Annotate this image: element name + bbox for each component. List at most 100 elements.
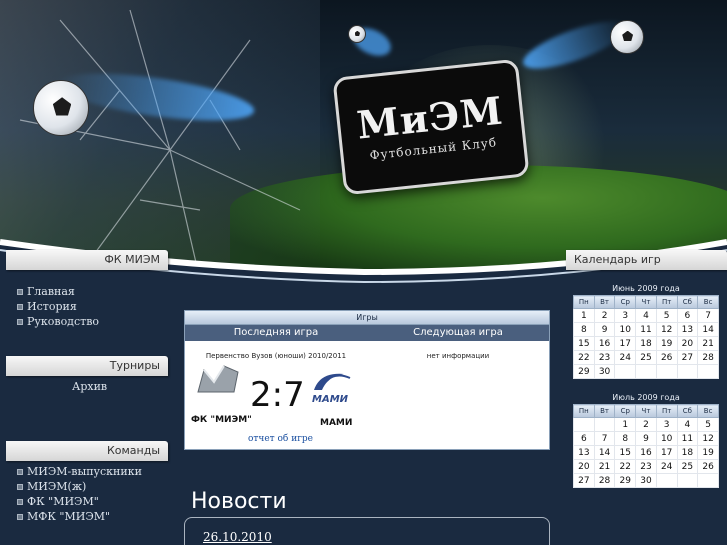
nav-item-history[interactable]: История — [17, 299, 99, 314]
calendar-day[interactable]: 17 — [614, 336, 637, 351]
calendar-week: 29 30 — [573, 364, 719, 379]
club-logo[interactable]: МиЭМ Футбольный Клуб — [332, 58, 530, 196]
calendar-body: 1 2 3 4 5 6 7 8 9 10 11 12 13 14 15 16 17 18 19 20 21 22 23 24 2… — [573, 308, 719, 379]
bullet-icon — [17, 468, 23, 475]
calendar-day[interactable]: 18 — [676, 445, 699, 460]
calendar-day[interactable]: 5 — [655, 308, 678, 323]
calendar-day[interactable]: 3 — [614, 308, 637, 323]
calendar-day[interactable]: 5 — [697, 417, 719, 432]
weekday-row: Пн Вт Ср Чт Пт Сб Вс — [573, 295, 719, 309]
calendar-day[interactable]: 28 — [697, 350, 719, 365]
calendar-day[interactable]: 12 — [697, 431, 719, 446]
calendar-day[interactable]: 7 — [593, 431, 616, 446]
weekday-header: Чт — [635, 295, 657, 309]
weekday-header: Вс — [697, 404, 719, 418]
calendar-day[interactable]: 20 — [573, 459, 595, 474]
calendar-day[interactable]: 2 — [635, 417, 657, 432]
weekday-header: Ср — [614, 295, 637, 309]
calendar-body: 1 2 3 4 5 6 7 8 9 10 11 12 13 14 15 16 17 18 19 20 21 22 23 24 2… — [573, 417, 719, 488]
calendar-day[interactable]: 11 — [676, 431, 699, 446]
calendar-day[interactable]: 26 — [697, 459, 719, 474]
team-item-women[interactable]: МИЭМ(ж) — [17, 479, 142, 494]
calendar-day[interactable]: 19 — [697, 445, 719, 460]
calendar-day[interactable]: 29 — [614, 473, 637, 488]
weekday-row: Пн Вт Ср Чт Пт Сб Вс — [573, 404, 719, 418]
calendar-day[interactable]: 8 — [614, 431, 637, 446]
calendar-day[interactable]: 18 — [635, 336, 657, 351]
soccer-ball-icon — [33, 80, 89, 136]
calendar-day[interactable]: 25 — [676, 459, 699, 474]
calendar-day[interactable]: 21 — [593, 459, 616, 474]
calendar-day[interactable]: 6 — [573, 431, 595, 446]
calendar-day[interactable]: 1 — [573, 308, 595, 323]
main-nav: Главная История Руководство — [17, 284, 99, 329]
calendar-day[interactable]: 23 — [593, 350, 616, 365]
calendar-day[interactable]: 22 — [573, 350, 595, 365]
calendar-day[interactable]: 24 — [614, 350, 637, 365]
calendar-day[interactable]: 8 — [573, 322, 595, 337]
club-tab: ФК МИЭМ — [6, 250, 168, 270]
calendar-day[interactable]: 15 — [573, 336, 595, 351]
calendar-day[interactable]: 16 — [593, 336, 616, 351]
calendar-week: 1234567 — [573, 308, 719, 323]
nav-item-home[interactable]: Главная — [17, 284, 99, 299]
calendar-day[interactable]: 12 — [655, 322, 678, 337]
calendar-day[interactable]: 30 — [635, 473, 657, 488]
calendar-day[interactable]: 23 — [635, 459, 657, 474]
calendar-day[interactable]: 4 — [635, 308, 657, 323]
calendar-day[interactable]: 29 — [573, 364, 595, 379]
calendar-day[interactable]: 11 — [635, 322, 657, 337]
calendar-day[interactable]: 14 — [593, 445, 616, 460]
calendar-day[interactable]: 16 — [635, 445, 657, 460]
calendar-day[interactable]: 15 — [614, 445, 637, 460]
team-label: МИЭМ(ж) — [27, 480, 87, 493]
mami-logo-text: МАМИ — [312, 394, 349, 405]
calendar-day[interactable]: 3 — [655, 417, 678, 432]
calendar-day[interactable]: 26 — [655, 350, 678, 365]
calendar-day[interactable]: 25 — [635, 350, 657, 365]
calendar-day[interactable]: 4 — [676, 417, 699, 432]
archive-link[interactable]: Архив — [72, 380, 107, 393]
team-label: ФК "МИЭМ" — [27, 495, 99, 508]
calendar-day[interactable]: 13 — [573, 445, 595, 460]
calendar-day[interactable]: 27 — [573, 473, 595, 488]
calendar-day[interactable]: 13 — [676, 322, 699, 337]
calendar-week: 27 28 29 30 — [573, 473, 719, 488]
team-item-mfc[interactable]: МФК "МИЭМ" — [17, 509, 142, 524]
calendar-day[interactable]: 10 — [655, 431, 678, 446]
weekday-header: Вт — [593, 295, 616, 309]
calendar-day[interactable]: 14 — [697, 322, 719, 337]
calendar-empty-cell — [676, 473, 699, 488]
soccer-ball-icon — [610, 20, 644, 54]
nav-label: Руководство — [27, 315, 100, 328]
calendar-day[interactable]: 10 — [614, 322, 637, 337]
calendar-day[interactable]: 2 — [593, 308, 616, 323]
calendar-day[interactable]: 30 — [593, 364, 616, 379]
bullet-icon — [17, 318, 23, 325]
nav-item-management[interactable]: Руководство — [17, 314, 99, 329]
teams-tab: Команды — [6, 441, 168, 461]
team-item-fc[interactable]: ФК "МИЭМ" — [17, 494, 142, 509]
home-team-name: ФК "МИЭМ" — [191, 415, 252, 425]
calendar-day[interactable]: 9 — [635, 431, 657, 446]
calendar-day[interactable]: 7 — [697, 308, 719, 323]
match-report-link[interactable]: отчет об игре — [248, 434, 313, 444]
team-item-graduates[interactable]: МИЭМ-выпускники — [17, 464, 142, 479]
last-game-header: Последняя игра — [233, 327, 319, 338]
calendar-day[interactable]: 6 — [676, 308, 699, 323]
calendar-day[interactable]: 20 — [676, 336, 699, 351]
calendar-week: 20 21 22 23 24 25 26 — [573, 459, 719, 474]
calendar-day[interactable]: 19 — [655, 336, 678, 351]
calendar-day[interactable]: 28 — [593, 473, 616, 488]
calendar-day[interactable]: 27 — [676, 350, 699, 365]
calendar-day[interactable]: 17 — [655, 445, 678, 460]
news-date-link[interactable]: 26.10.2010 — [203, 530, 272, 544]
bullet-icon — [17, 513, 23, 520]
calendar-empty-cell — [593, 417, 616, 432]
calendar-day[interactable]: 24 — [655, 459, 678, 474]
calendar-day[interactable]: 22 — [614, 459, 637, 474]
calendar-day[interactable]: 9 — [593, 322, 616, 337]
calendar-week: 12345 — [573, 417, 719, 432]
calendar-day[interactable]: 1 — [614, 417, 637, 432]
calendar-day[interactable]: 21 — [697, 336, 719, 351]
